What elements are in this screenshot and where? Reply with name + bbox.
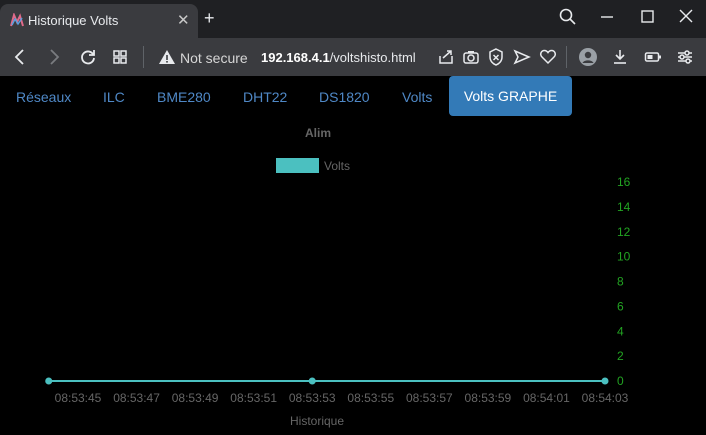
address-bar[interactable]: 192.168.4.1/voltshisto.html xyxy=(261,50,416,65)
search-tabs-icon[interactable] xyxy=(555,6,581,28)
page-content: Réseaux ILC BME280 DHT22 DS1820 Volts Vo… xyxy=(0,76,706,435)
favicon-icon xyxy=(10,13,24,27)
data-point[interactable] xyxy=(45,377,53,385)
x-axis-label: Historique xyxy=(290,414,344,428)
x-tick-label: 08:54:01 xyxy=(523,391,570,405)
battery-icon[interactable] xyxy=(643,47,663,67)
x-tick-label: 08:53:49 xyxy=(172,391,219,405)
back-arrow-icon[interactable] xyxy=(10,47,30,67)
reload-icon[interactable] xyxy=(78,47,98,67)
send-icon[interactable] xyxy=(512,47,532,67)
close-window-icon[interactable] xyxy=(673,6,699,28)
toolbar-divider xyxy=(566,46,567,68)
x-tick-label: 08:53:57 xyxy=(406,391,453,405)
data-point[interactable] xyxy=(601,377,609,385)
x-tick-label: 08:53:47 xyxy=(113,391,160,405)
y-tick-label: 14 xyxy=(617,200,631,214)
heart-icon[interactable] xyxy=(538,47,558,67)
y-tick-label: 0 xyxy=(617,374,624,388)
minimize-icon[interactable] xyxy=(594,6,620,28)
data-point[interactable] xyxy=(308,377,316,385)
x-tick-label: 08:53:51 xyxy=(230,391,277,405)
x-axis-ticks: 08:53:45 08:53:47 08:53:49 08:53:51 08:53:53… xyxy=(55,391,629,405)
share-icon[interactable] xyxy=(436,47,456,67)
series-volts xyxy=(45,377,609,385)
y-tick-label: 10 xyxy=(617,250,631,264)
legend-label-volts: Volts xyxy=(324,159,350,173)
y-tick-label: 6 xyxy=(617,299,624,313)
url-path: /voltshisto.html xyxy=(329,50,416,65)
profile-avatar-icon[interactable] xyxy=(578,47,598,67)
settings-sliders-icon[interactable] xyxy=(675,47,695,67)
browser-tab[interactable]: Historique Volts ✕ xyxy=(0,4,198,38)
x-tick-label: 08:54:03 xyxy=(582,391,629,405)
browser-toolbar: Not secure 192.168.4.1/voltshisto.html xyxy=(0,38,706,76)
y-tick-label: 16 xyxy=(617,175,631,189)
x-tick-label: 08:53:45 xyxy=(55,391,102,405)
speed-dial-icon[interactable] xyxy=(110,47,130,67)
browser-titlebar: Historique Volts ✕ + xyxy=(0,0,706,38)
y-axis-ticks: 0 2 4 6 8 10 12 14 16 xyxy=(617,175,631,388)
y-tick-label: 2 xyxy=(617,349,624,363)
adblock-shield-icon[interactable] xyxy=(486,47,506,67)
tab-close-icon[interactable]: ✕ xyxy=(177,11,190,29)
legend-swatch-volts xyxy=(276,158,319,173)
y-tick-label: 12 xyxy=(617,225,631,239)
tab-title: Historique Volts xyxy=(28,13,119,28)
volts-chart: Alim Volts 08:53:45 08:53:47 08:53:49 08:53… xyxy=(45,126,631,428)
forward-arrow-icon[interactable] xyxy=(44,47,64,67)
x-tick-label: 08:53:53 xyxy=(289,391,336,405)
url-host: 192.168.4.1 xyxy=(261,50,330,65)
download-icon[interactable] xyxy=(610,47,630,67)
security-label[interactable]: Not secure xyxy=(180,50,248,66)
toolbar-divider xyxy=(143,46,144,68)
x-tick-label: 08:53:59 xyxy=(465,391,512,405)
warning-icon[interactable] xyxy=(157,47,177,67)
y-tick-label: 8 xyxy=(617,275,624,289)
maximize-icon[interactable] xyxy=(634,6,660,28)
chart-title: Alim xyxy=(305,126,331,140)
camera-icon[interactable] xyxy=(461,47,481,67)
y-tick-label: 4 xyxy=(617,324,624,338)
x-tick-label: 08:53:55 xyxy=(347,391,394,405)
new-tab-button[interactable]: + xyxy=(204,9,215,27)
chart-legend: Volts xyxy=(276,158,350,173)
